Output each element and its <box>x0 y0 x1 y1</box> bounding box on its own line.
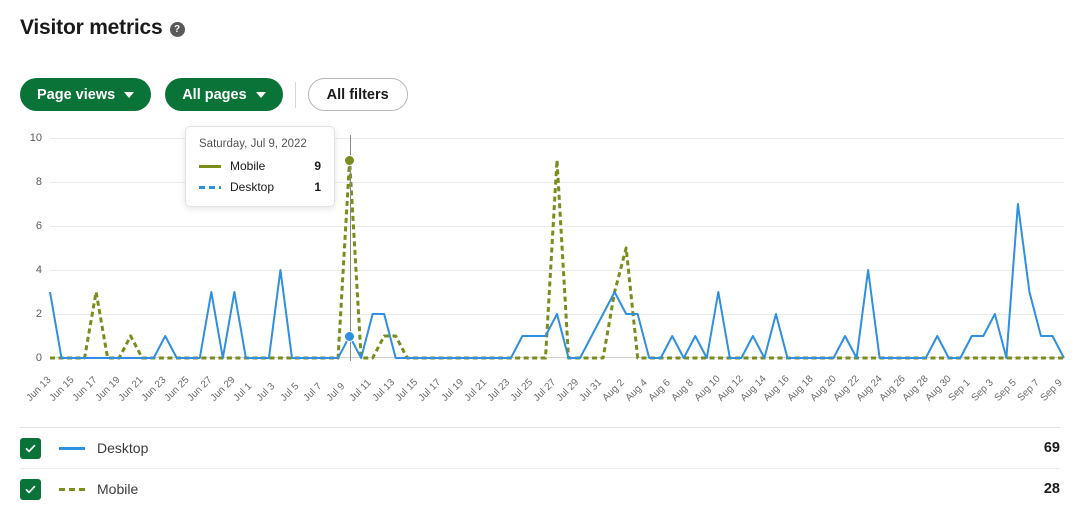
tooltip-series-value: 9 <box>314 159 321 173</box>
mobile-line-swatch <box>59 487 85 491</box>
tooltip-series-value: 1 <box>314 180 321 194</box>
chart-tooltip: Saturday, Jul 9, 2022 Mobile 9 Desktop 1 <box>185 126 335 207</box>
x-axis-tick: Jul 25 <box>508 377 536 404</box>
y-axis-tick: 6 <box>35 220 42 232</box>
y-axis-tick: 8 <box>35 176 42 188</box>
hover-stem <box>349 135 351 361</box>
tooltip-row-mobile: Mobile 9 <box>199 159 321 173</box>
x-axis-tick: Jul 19 <box>439 377 467 404</box>
help-circle-icon[interactable]: ? <box>169 22 185 37</box>
legend-value-desktop: 69 <box>1043 440 1060 456</box>
x-axis-tick: Jun 21 <box>116 374 146 404</box>
x-axis-tick: Sep 7 <box>1015 377 1042 404</box>
x-axis-tick: Aug 6 <box>646 377 674 404</box>
legend-label-desktop: Desktop <box>97 440 149 456</box>
mobile-line-swatch <box>199 164 221 168</box>
legend-checkbox-desktop[interactable] <box>20 437 41 459</box>
tooltip-row-desktop: Desktop 1 <box>199 180 321 194</box>
y-axis-labels: 0 2 4 6 8 10 <box>20 132 42 364</box>
toolbar-divider <box>294 81 296 108</box>
legend-checkbox-mobile[interactable] <box>20 478 41 500</box>
x-axis-tick: Jun 13 <box>24 374 54 404</box>
x-axis-tick: Jun 19 <box>93 374 123 404</box>
y-axis-tick: 0 <box>35 352 42 364</box>
tooltip-series-name: Mobile <box>230 159 266 173</box>
x-axis-tick: Aug 8 <box>669 377 697 404</box>
highlight-dot-mobile <box>344 154 356 166</box>
x-axis-tick: Jul 17 <box>416 377 443 404</box>
y-axis-tick: 4 <box>35 264 42 276</box>
x-axis-tick: Jul 3 <box>254 381 278 404</box>
y-axis-tick: 2 <box>35 308 42 320</box>
x-axis-tick: Sep 5 <box>992 377 1019 404</box>
x-axis-tick: Jun 29 <box>208 374 238 404</box>
x-axis-tick: Jul 11 <box>347 377 374 404</box>
metric-select-button[interactable]: Page views <box>20 78 152 111</box>
x-axis-tick: Jul 27 <box>531 377 559 404</box>
x-axis-tick: Sep 3 <box>969 377 996 404</box>
x-axis-tick: Sep 9 <box>1038 377 1065 404</box>
x-axis-tick: Jul 9 <box>324 381 347 404</box>
highlight-dot-desktop <box>344 330 356 342</box>
legend-row-desktop[interactable]: Desktop 69 <box>20 427 1060 468</box>
chart: 0 2 4 6 8 10 Jun 13 Jun 15 Jun 17 Jun 19 Jun 21 Ju… <box>20 128 1066 404</box>
x-axis-tick: Jul 7 <box>301 381 324 404</box>
legend: Desktop 69 Mobile 28 <box>20 427 1060 509</box>
x-axis-tick: Jul 15 <box>393 377 420 404</box>
x-axis-tick: Jun 25 <box>162 374 192 404</box>
legend-row-mobile[interactable]: Mobile 28 <box>20 468 1060 509</box>
chevron-down-icon <box>124 91 135 98</box>
x-axis-tick: Jul 5 <box>278 381 301 404</box>
y-axis-tick: 10 <box>29 132 42 144</box>
desktop-line-swatch <box>59 446 85 450</box>
all-filters-button[interactable]: All filters <box>307 78 408 111</box>
pages-select-button[interactable]: All pages <box>165 78 283 111</box>
legend-label-mobile: Mobile <box>97 481 139 497</box>
x-axis-tick: Jun 23 <box>139 374 169 404</box>
legend-value-mobile: 28 <box>1043 481 1060 497</box>
tooltip-date: Saturday, Jul 9, 2022 <box>199 138 307 150</box>
x-axis-tick: Jun 17 <box>70 374 100 404</box>
chevron-down-icon <box>255 91 266 98</box>
pages-select-label: All pages <box>182 86 247 103</box>
desktop-line-swatch <box>199 185 221 189</box>
tooltip-series-name: Desktop <box>230 180 275 194</box>
x-axis-tick: Aug 2 <box>600 377 627 404</box>
page-title: Visitor metrics <box>20 16 163 39</box>
toolbar: Page views All pages All filters <box>20 78 408 111</box>
x-axis-tick: Jul 21 <box>462 377 490 404</box>
x-axis-tick: Jul 29 <box>554 377 582 404</box>
x-axis-tick: Aug 4 <box>623 377 650 404</box>
x-axis-tick: Jun 27 <box>185 374 215 404</box>
header: Visitor metrics ? <box>20 16 185 40</box>
x-axis-tick: Jul 23 <box>485 377 513 404</box>
visitor-metrics-panel: Visitor metrics ? Page views All pages A… <box>0 0 1080 524</box>
x-axis-labels: Jun 13 Jun 15 Jun 17 Jun 19 Jun 21 Jun 23 Jun … <box>25 362 1065 412</box>
metric-select-label: Page views <box>37 86 116 103</box>
x-axis-tick: Jul 31 <box>577 377 605 404</box>
x-axis-tick: Jun 15 <box>47 374 77 404</box>
series-line-desktop <box>49 203 1065 359</box>
x-axis-tick: Jul 13 <box>370 377 397 404</box>
